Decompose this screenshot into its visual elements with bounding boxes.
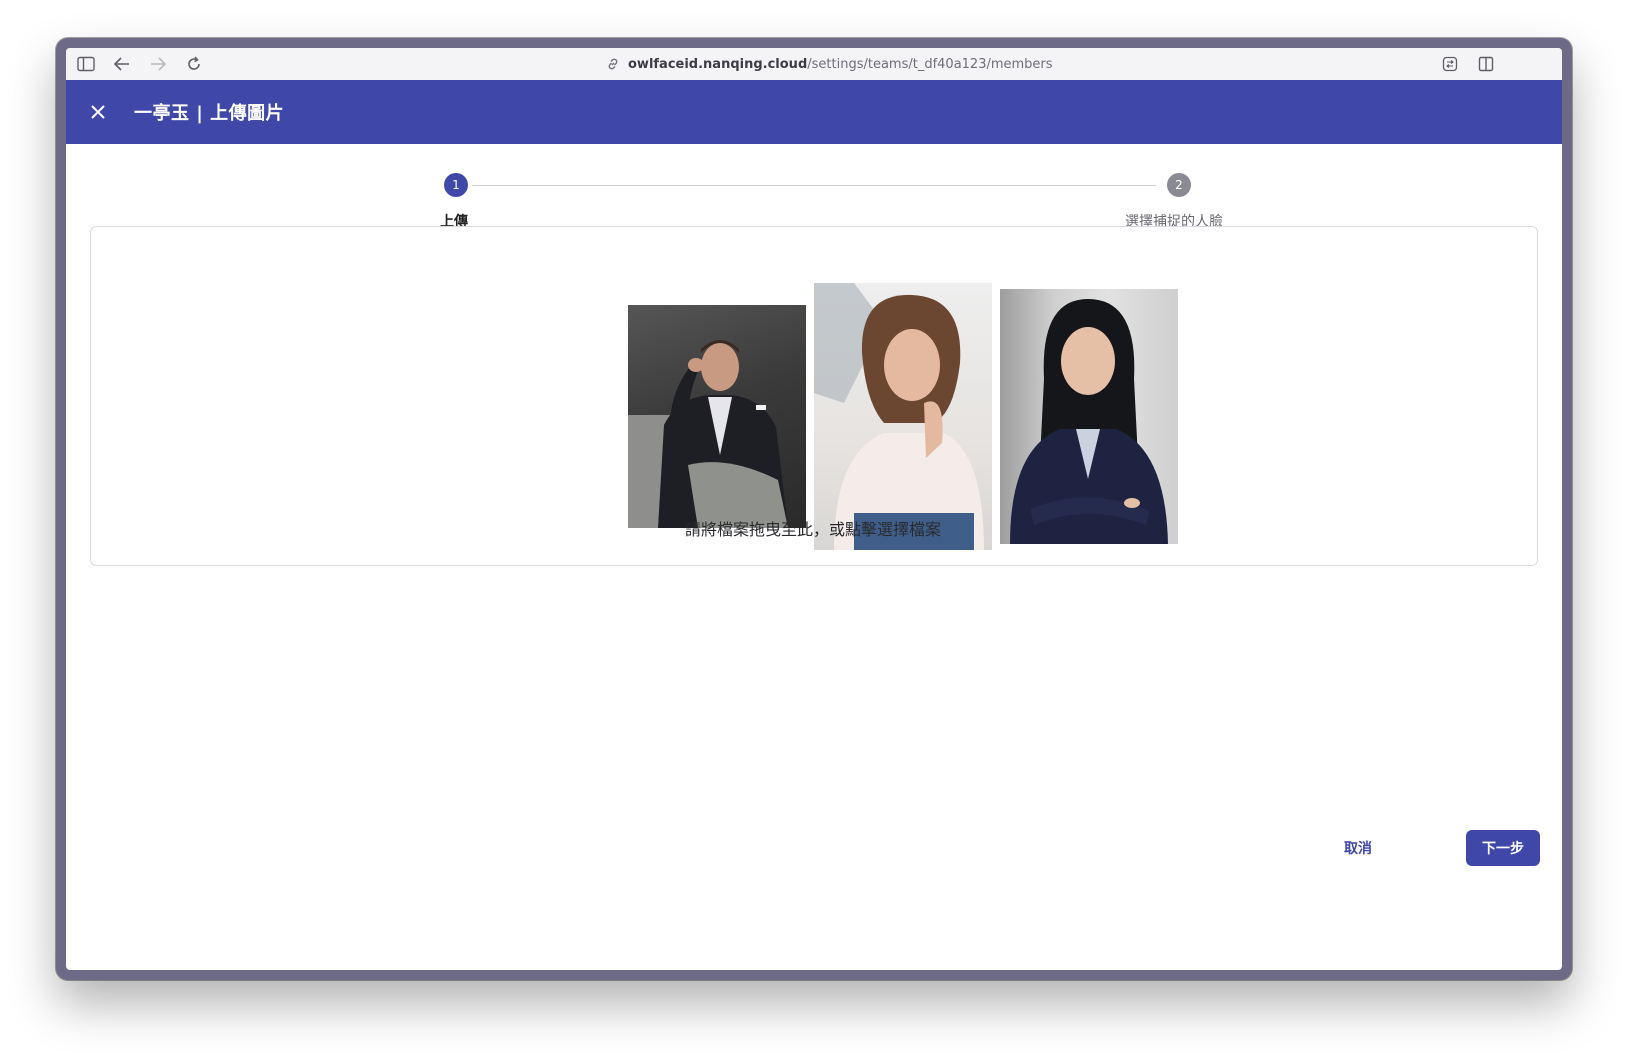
split-view-icon[interactable] — [1476, 54, 1496, 74]
browser-frame: owlfaceid.nanqing.cloud/settings/teams/t… — [66, 48, 1562, 970]
reload-icon[interactable] — [184, 54, 204, 74]
browser-toolbar: owlfaceid.nanqing.cloud/settings/teams/t… — [66, 48, 1562, 81]
url-host: owlfaceid.nanqing.cloud — [628, 56, 808, 72]
next-step-button[interactable]: 下一步 — [1466, 830, 1540, 866]
url-path: /settings/teams/t_df40a123/members — [807, 56, 1053, 72]
uploaded-photo-woman-1 — [814, 283, 992, 550]
sidebar-toggle-icon[interactable] — [76, 54, 96, 74]
back-arrow-icon[interactable] — [112, 54, 132, 74]
step-2-indicator: 2 — [1167, 173, 1191, 197]
extension-icon[interactable] — [1440, 54, 1460, 74]
step-1-indicator: 1 — [444, 173, 468, 197]
app-header: 一亭玉 | 上傳圖片 — [66, 80, 1562, 144]
link-icon — [606, 57, 620, 71]
cancel-button[interactable]: 取消 — [1322, 830, 1394, 866]
uploaded-photo-woman-2 — [1000, 289, 1178, 544]
browser-window: owlfaceid.nanqing.cloud/settings/teams/t… — [56, 38, 1572, 980]
dropzone-hint: 請將檔案拖曳至此，或點擊選擇檔案 — [684, 520, 941, 539]
address-bar[interactable]: owlfaceid.nanqing.cloud/settings/teams/t… — [606, 48, 1053, 80]
forward-arrow-icon[interactable] — [148, 54, 168, 74]
stepper-connector — [472, 185, 1156, 186]
uploaded-photo-man — [628, 305, 806, 528]
page-title: 一亭玉 | 上傳圖片 — [134, 103, 285, 124]
close-icon[interactable] — [84, 98, 112, 126]
